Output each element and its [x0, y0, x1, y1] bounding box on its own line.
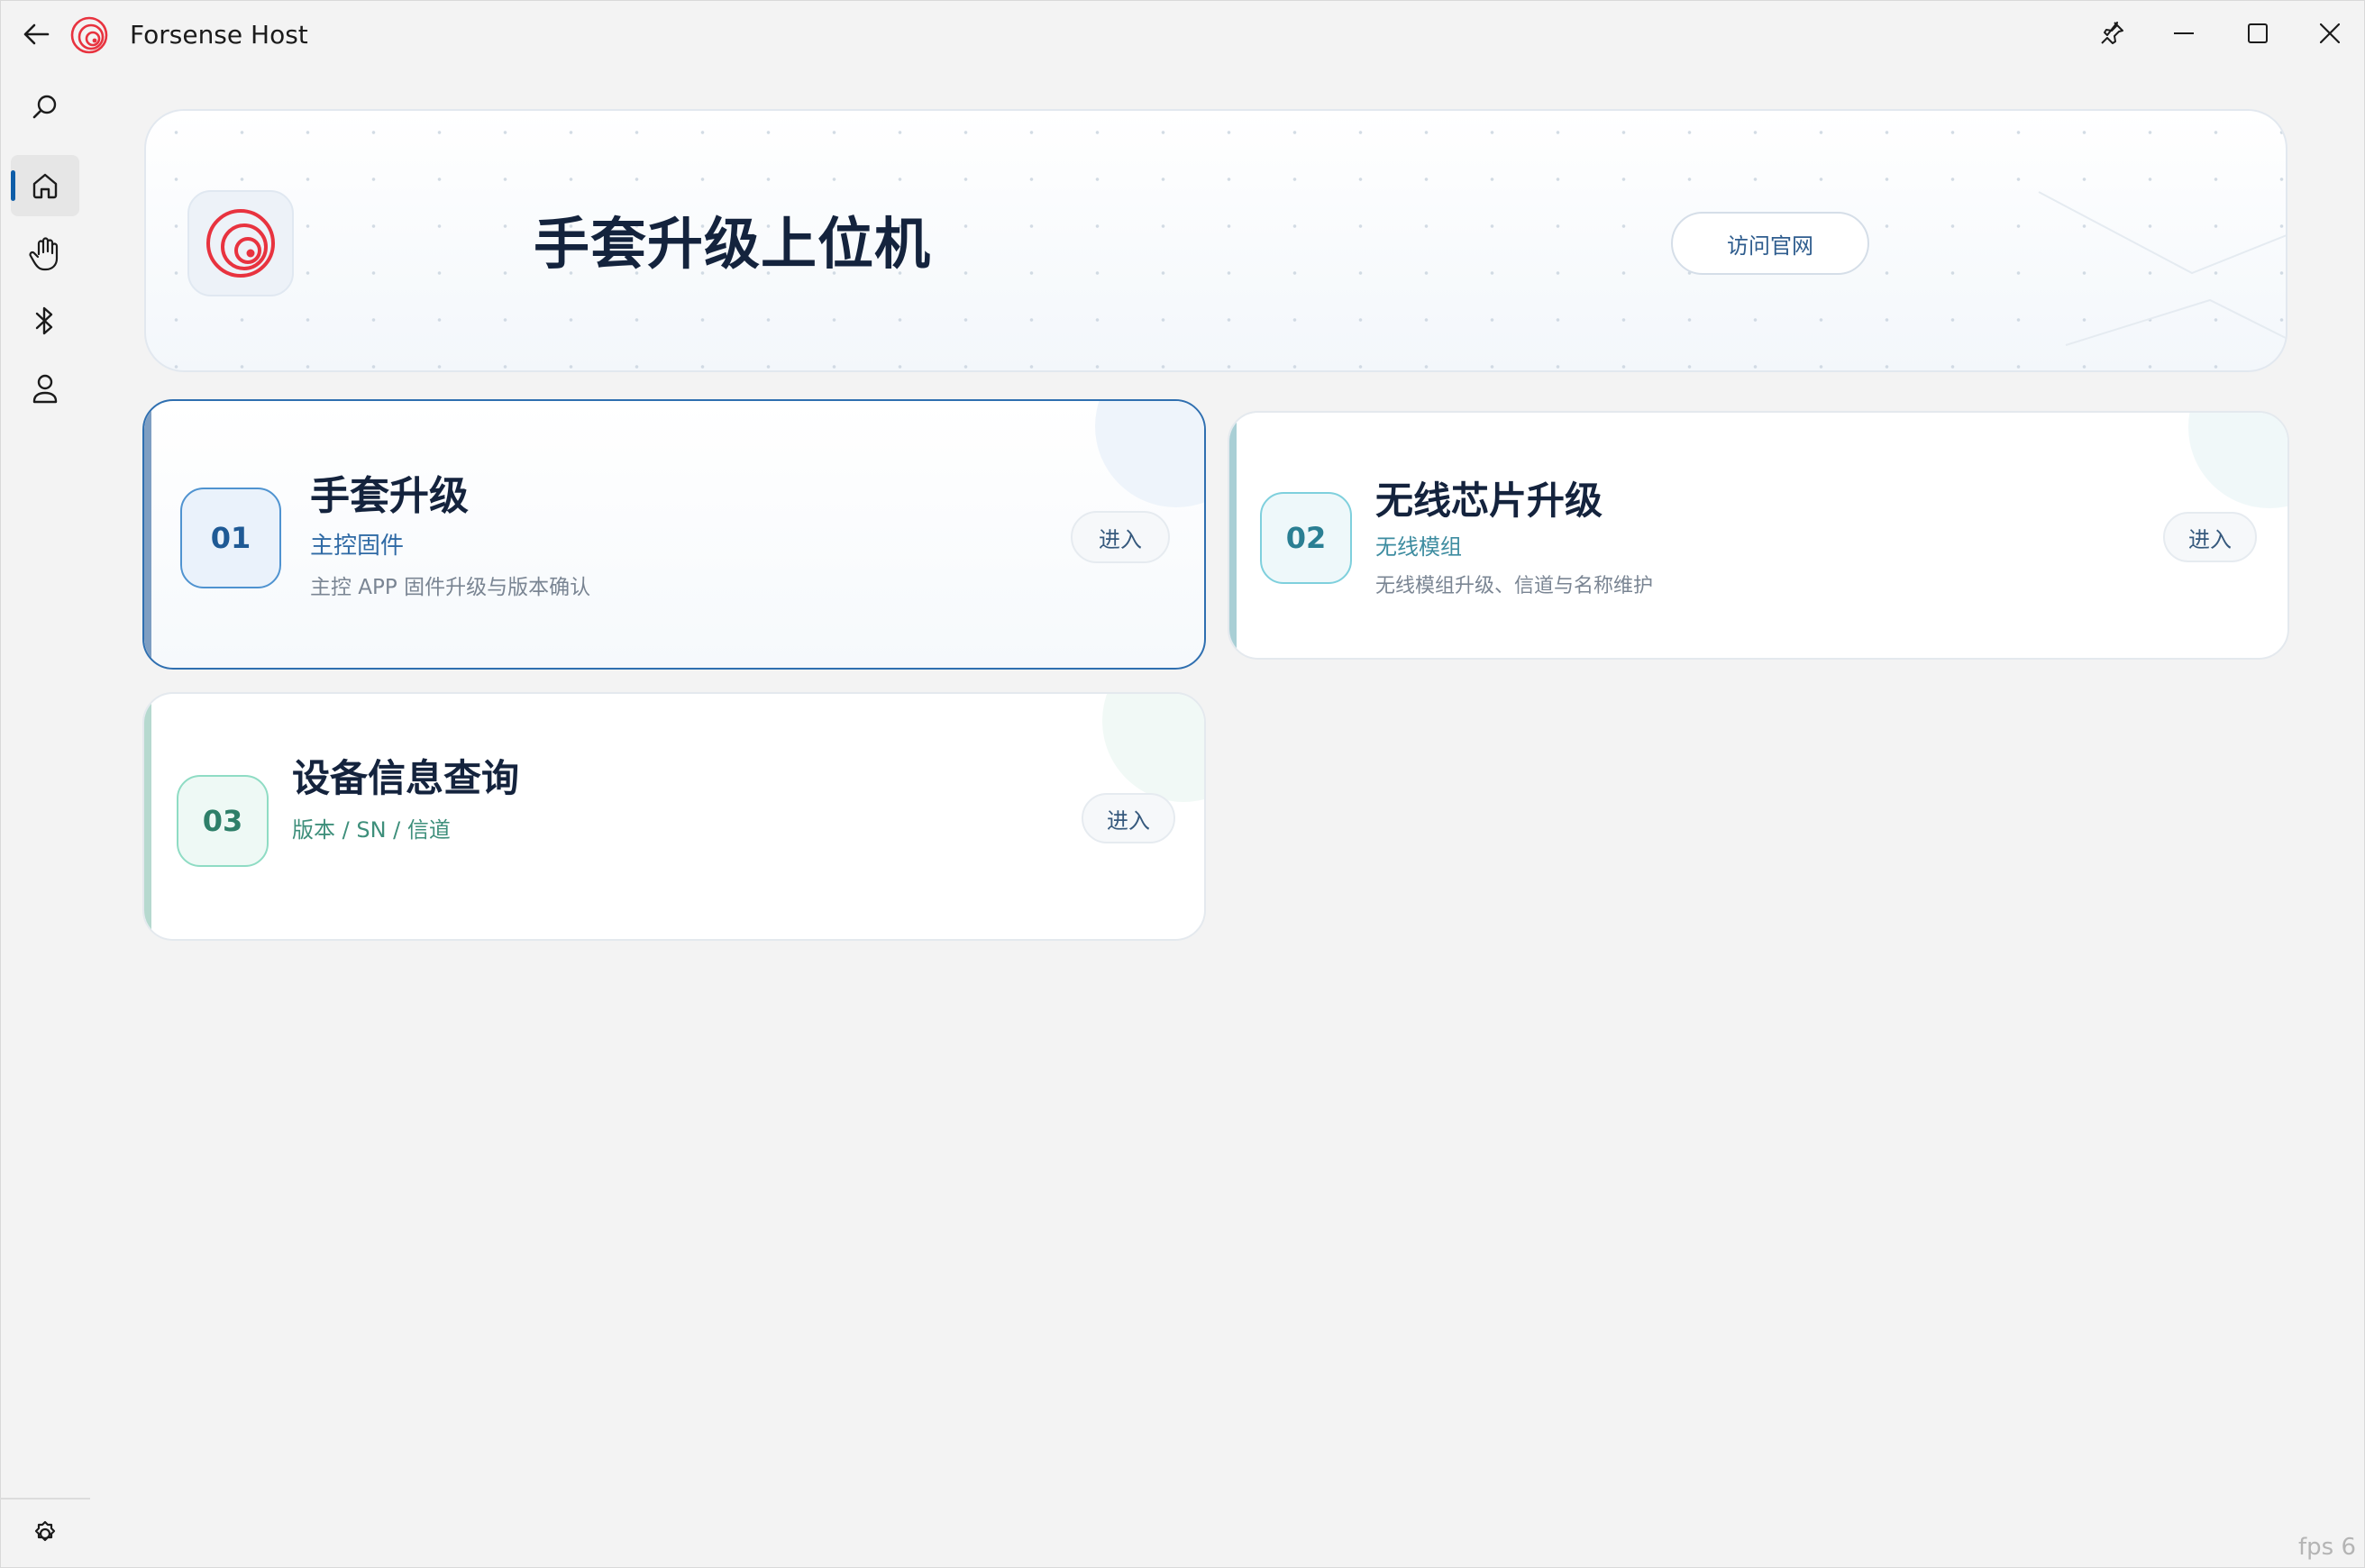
fps-counter: fps 6	[2297, 1534, 2356, 1561]
hero-logo	[187, 190, 294, 296]
nav-user[interactable]	[11, 359, 79, 420]
card-title: 手套升级	[310, 473, 469, 519]
bluetooth-icon	[35, 306, 53, 335]
nav-glove[interactable]	[11, 223, 79, 285]
card-accent-bar	[144, 401, 151, 668]
card-number-badge: 03	[177, 775, 269, 867]
nav-home[interactable]	[11, 155, 79, 216]
minimize-button[interactable]	[2158, 9, 2210, 58]
card-corner-decoration	[1102, 694, 1204, 802]
search-icon	[32, 95, 57, 119]
card-corner-decoration	[2188, 413, 2287, 508]
enter-button[interactable]: 进入	[1071, 511, 1170, 563]
card-number-badge: 02	[1260, 492, 1352, 584]
hand-icon	[29, 237, 59, 271]
card-subtitle: 版本 / SN / 信道	[292, 817, 451, 843]
nav-active-indicator	[11, 170, 15, 201]
app-logo-icon	[70, 16, 108, 54]
card-glove-upgrade[interactable]: 01 手套升级 主控固件 主控 APP 固件升级与版本确认 进入	[142, 399, 1206, 670]
card-title: 设备信息查询	[292, 756, 520, 800]
pin-button[interactable]	[2086, 9, 2138, 58]
nav-settings[interactable]	[11, 1503, 79, 1564]
forsense-logo-icon	[206, 209, 275, 278]
card-subtitle: 无线模组	[1375, 534, 1462, 560]
app-title: Forsense Host	[130, 20, 308, 50]
card-subtitle: 主控固件	[310, 533, 405, 560]
nav-search[interactable]	[11, 76, 79, 137]
title-bar: Forsense Host	[0, 0, 2365, 68]
visit-website-button[interactable]: 访问官网	[1671, 212, 1869, 275]
arrow-left-icon	[23, 23, 50, 45]
home-icon	[32, 173, 58, 199]
pin-icon	[2101, 22, 2123, 44]
hero-banner: 手套升级上位机 访问官网	[144, 109, 2287, 372]
user-icon	[32, 374, 58, 404]
card-title: 无线芯片升级	[1375, 479, 1603, 523]
enter-button[interactable]: 进入	[1082, 793, 1175, 843]
card-device-info[interactable]: 03 设备信息查询 版本 / SN / 信道 进入	[142, 692, 1206, 941]
card-accent-bar	[1229, 413, 1237, 658]
close-icon	[2320, 23, 2340, 43]
minimize-icon	[2174, 32, 2194, 34]
nav-bluetooth[interactable]	[11, 290, 79, 351]
maximize-button[interactable]	[2232, 9, 2284, 58]
card-description: 无线模组升级、信道与名称维护	[1375, 575, 1654, 597]
close-button[interactable]	[2304, 9, 2356, 58]
gear-icon	[34, 1520, 56, 1542]
hero-decoration	[2038, 191, 2286, 346]
card-corner-decoration	[1095, 401, 1204, 507]
back-button[interactable]	[16, 16, 56, 52]
hero-title: 手套升级上位机	[534, 211, 932, 277]
card-wireless-upgrade[interactable]: 02 无线芯片升级 无线模组 无线模组升级、信道与名称维护 进入	[1228, 411, 2289, 660]
maximize-icon	[2248, 23, 2268, 43]
card-accent-bar	[144, 694, 151, 939]
card-description: 主控 APP 固件升级与版本确认	[310, 576, 591, 599]
card-number-badge: 01	[180, 488, 281, 588]
enter-button[interactable]: 进入	[2163, 512, 2257, 562]
nav-divider	[0, 1498, 90, 1500]
